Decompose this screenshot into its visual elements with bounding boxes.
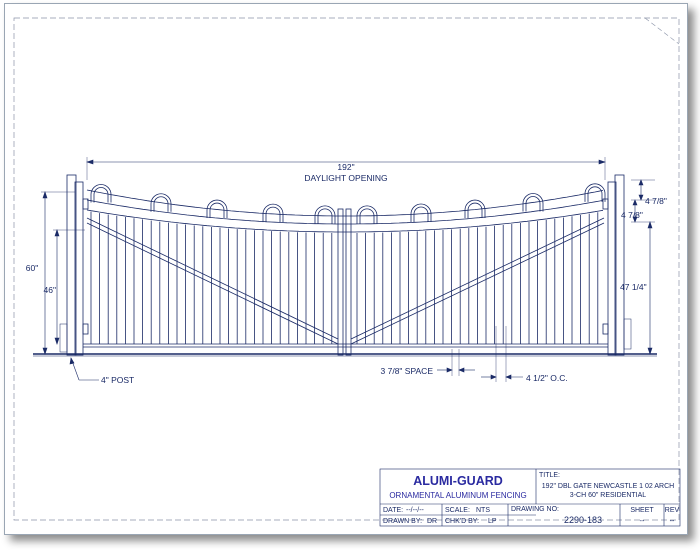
drawing-sheet: 192" DAYLIGHT OPENING 60" 46" 4 7/8" 4 7… [4,3,688,535]
title-label: TITLE: [539,472,560,479]
drawing-number: 2290-183 [564,515,602,525]
sheet-value: -- [640,518,645,525]
brand-subtitle: ORNAMENTAL ALUMINUM FENCING [389,491,526,500]
date-value: --/--/-- [406,507,425,514]
checked-by-label: CHK'D BY: [445,518,479,525]
drawn-by-value: DR [427,518,437,525]
panel-height-dimension: 46" [44,285,56,295]
drawn-by-label: DRAWN BY: [383,518,422,525]
post-height-dimension: 60" [26,263,38,273]
dimension-lines [41,157,655,382]
gate-drawing: 192" DAYLIGHT OPENING 60" 46" 4 7/8" 4 7… [13,17,681,527]
arch-loop-inner [587,186,603,202]
double-gate [33,174,657,357]
arch-loop-inner [525,196,541,212]
arch-loop-inner [359,208,375,224]
left-brace [86,217,339,340]
title-line-2: 3-CH 60" RESIDENTIAL [570,492,647,499]
top-rail [86,209,604,233]
rev-label: REV [665,507,680,514]
rev-value: -- [670,518,675,525]
date-label: DATE: [383,507,403,514]
picket-height-dimension: 47 1/4" [620,282,647,292]
checked-by-value: LP [488,518,497,525]
second-arch-dimension: 4 7/8" [621,210,643,220]
title-line-1: 192" DBL GATE NEWCASTLE 1 02 ARCH [542,483,674,490]
on-center-label: 4 1/2" O.C. [526,373,568,383]
opening-label: DAYLIGHT OPENING [304,173,387,183]
arch-loop-inner [153,196,169,212]
arch-loop-inner [317,208,333,224]
drawing-border [13,17,680,521]
space-label: 3 7/8" SPACE [381,366,434,376]
opening-dimension: 192" [337,162,354,172]
pickets [90,211,599,344]
drawing-number-label: DRAWING NO: [511,506,559,513]
arch-loop-inner [467,202,483,219]
top-arch-dimension: 4 7/8" [645,196,667,206]
center-stile-right [345,208,352,356]
arch-loop-inner [209,202,225,219]
arch-loop-inner [93,187,109,203]
post-size-label: 4" POST [101,375,134,385]
scale-label: SCALE: [445,507,470,514]
sheet-label: SHEET [630,507,654,514]
center-stile-left [337,208,344,356]
brand-name: ALUMI-GUARD [413,474,503,488]
scale-value: NTS [476,507,490,514]
